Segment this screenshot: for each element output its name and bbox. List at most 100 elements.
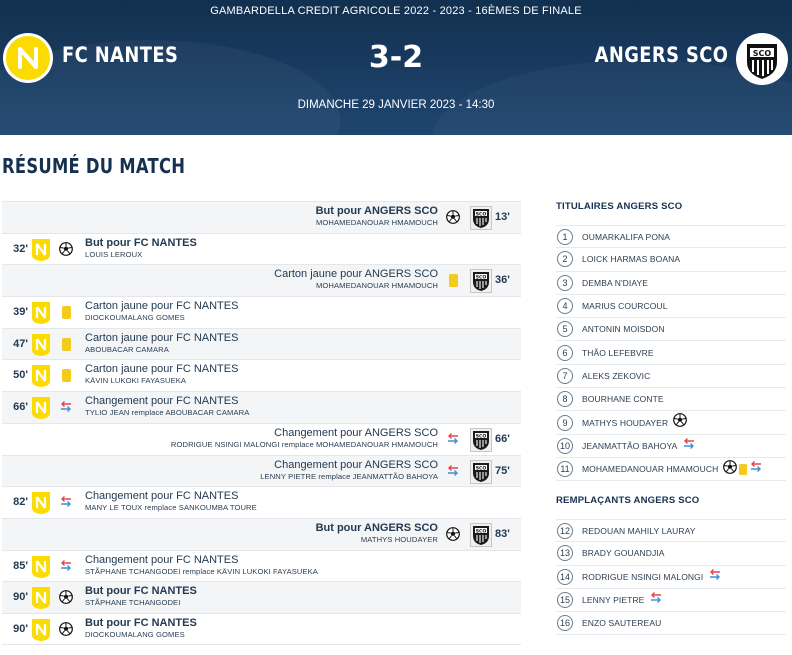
player-row[interactable]: 14 RODRIGUE NSINGI MALONGI [556,566,786,589]
event-title: Changement pour FC NANTES [85,553,239,566]
event-text: Carton jaune pour FC NANTES KÄVIN LUKOKI … [85,363,238,386]
match-timeline: 13' SCO But pour ANGERS SCO MOHAMEDANOUAR H… [2,201,521,645]
event-text: But pour ANGERS SCO MATHYS HOUDAYER [316,522,438,545]
player-event-icons [682,437,696,455]
player-number: 5 [557,321,573,338]
timeline-event: 50' Carton jaune pour FC NANTES KÄVIN LUKO… [2,359,521,391]
player-row[interactable]: 9 MATHYS HOUDAYER [556,411,786,435]
event-title: Carton jaune pour FC NANTES [85,300,239,313]
event-text: Changement pour FC NANTES TYLIO JEAN remp… [85,395,249,418]
angers-sco-logo[interactable]: SCO [736,33,788,85]
event-minute: 13' [495,211,510,223]
player-name: OUMARKALIFA PONA [582,231,671,242]
event-text: But pour FC NANTES DIOCKOUMALANG GOMES [85,617,197,640]
player-row[interactable]: 12 REDOUAN MAHILY LAURAY [556,519,786,543]
player-row[interactable]: 13 BRADY GOUANDJIA [556,542,786,566]
substitution-icon [446,432,461,447]
event-minute: 36' [495,274,510,287]
event-title: Carton jaune pour ANGERS SCO [274,268,438,281]
yellow-card-icon [59,368,74,383]
player-row[interactable]: 10 JEANMATTÃO BAHOYA [556,435,786,458]
player-row[interactable]: 6 THÃO LEFEBVRE [556,341,786,365]
football-icon [446,526,461,542]
player-row[interactable]: 5 ANTONIN MOISDON [556,318,786,342]
player-row[interactable]: 8 BOURHANE CONTE [556,388,786,412]
timeline-event: 13' SCO But pour ANGERS SCO MOHAMEDANOUAR H… [2,201,521,233]
timeline-event: 83' SCO But pour ANGERS SCO MATHYS HOUDAYER [2,517,521,550]
yellow-card-icon [59,337,74,352]
event-title: Changement pour ANGERS SCO [274,426,438,439]
player-row[interactable]: 3 DEMBA N'DIAYE [556,272,786,295]
substitutes-lineup: REMPLAÇANTS ANGERS SCO 12 REDOUAN MAHILY … [556,495,786,636]
player-name: LENNY PIETRE [582,595,645,606]
player-event-icons [708,568,722,586]
player-number: 7 [557,367,573,384]
event-minute: 66' [13,401,28,414]
event-minute: 83' [495,527,510,540]
player-name: ALEKS ZEKOVIC [582,370,651,381]
player-row[interactable]: 11 MOHAMEDANOUAR HMAMOUCH [556,458,786,482]
yellow-card-icon [739,463,748,475]
player-number: 13 [557,545,573,562]
timeline-event: 47' Carton jaune pour FC NANTES ABOUBACAR … [2,327,521,360]
event-text: But pour FC NANTES LOUIS LEROUX [85,237,197,260]
player-row[interactable]: 16 ENZO SAUTEREAU [556,612,786,636]
timeline-event: 82' Changement pour FC NANTES MANY LE TOUX… [2,486,521,518]
player-name: REDOUAN MAHILY LAURAY [582,525,696,536]
football-icon [673,413,688,432]
event-title: But pour ANGERS SCO [315,521,438,534]
player-event-icons [649,591,663,609]
svg-text:SCO: SCO [476,275,487,281]
event-title: Carton jaune pour FC NANTES [85,363,239,376]
event-text: Changement pour FC NANTES STÃPHANE TCHANG… [85,554,318,577]
football-icon [446,210,461,225]
event-text: Carton jaune pour FC NANTES ABOUBACAR CAM… [85,332,238,355]
event-text: Carton jaune pour ANGERS SCO MOHAMEDANOUA… [274,268,438,291]
starters-list: 1 OUMARKALIFA PONA 2 LOICK HARMAS BOANA 3 DEM… [556,225,786,482]
football-icon [59,241,74,257]
player-row[interactable]: 15 LENNY PIETRE [556,589,786,613]
substitution-icon [708,568,722,586]
event-minute: 75' [495,464,510,477]
fc-nantes-logo [31,618,51,642]
event-detail: LOUIS LEROUX [85,249,143,259]
player-number: 14 [557,568,573,585]
player-name: RODRIGUE NSINGI MALONGI [582,571,704,582]
event-detail: STÃPHANE TCHANGODEI remplace KÄVIN LUKOK… [85,566,318,576]
event-detail: MANY LE TOUX remplace SANKOUMBA TOURE [85,503,257,513]
event-text: But pour ANGERS SCO MOHAMEDANOUAR HMAMOUC… [316,205,438,228]
angers-sco-logo: SCO [470,459,492,484]
fc-nantes-logo [31,364,51,388]
event-detail: STÃPHANE TCHANGODEI [85,598,181,608]
timeline-event: 66' Changement pour FC NANTES TYLIO JEAN r… [2,391,521,423]
event-title: Carton jaune pour FC NANTES [85,331,239,344]
event-minute: 39' [13,306,28,319]
player-number: 16 [557,615,573,632]
substitution-icon [682,437,696,455]
substitutes-heading: REMPLAÇANTS ANGERS SCO [556,495,700,506]
football-icon [723,459,738,479]
player-number: 6 [557,344,573,361]
player-row[interactable]: 7 ALEKS ZEKOVIC [556,365,786,389]
fc-nantes-logo [31,238,51,262]
substitution-icon [59,495,74,510]
event-title: Changement pour ANGERS SCO [274,458,438,471]
player-number: 8 [557,391,573,408]
fc-nantes-logo [31,333,51,357]
player-event-icons [673,413,688,432]
player-name: LOICK HARMAS BOANA [582,254,681,265]
player-name: BOURHANE CONTE [582,394,664,405]
starters-lineup: TITULAIRES ANGERS SCO 1 OUMARKALIFA PONA 2… [556,201,786,482]
player-row[interactable]: 2 LOICK HARMAS BOANA [556,248,786,272]
player-row[interactable]: 1 OUMARKALIFA PONA [556,225,786,249]
event-detail: ABOUBACAR CAMARA [85,344,169,354]
player-row[interactable]: 4 MARIUS COURCOUL [556,295,786,319]
event-title: Changement pour FC NANTES [85,395,239,408]
player-name: MARIUS COURCOUL [582,301,668,312]
substitution-icon [59,559,74,574]
player-name: MATHYS HOUDAYER [582,417,669,428]
event-title: But pour FC NANTES [85,585,197,598]
timeline-event: 90' But pour FC NANTES STÃPHANE TCHANGODEI [2,581,521,613]
away-team-name[interactable]: ANGERS SCO [594,43,728,67]
fc-nantes-logo [31,301,51,325]
